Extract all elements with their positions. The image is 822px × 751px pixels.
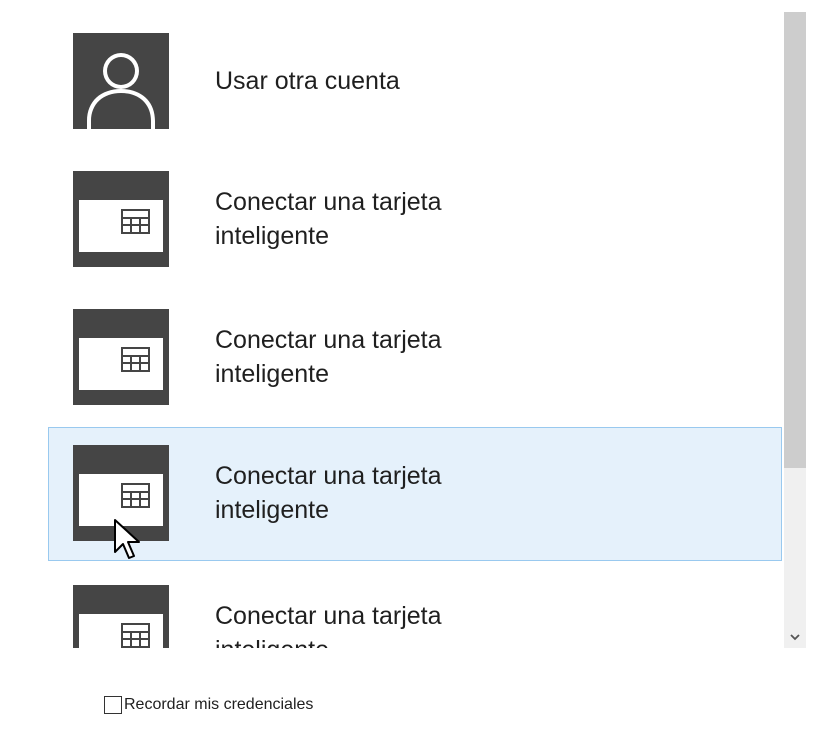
list-item-smart-card[interactable]: Conectar una tarjeta inteligente bbox=[48, 152, 782, 286]
list-item-label: Conectar una tarjeta inteligente bbox=[215, 462, 442, 524]
scrollbar-thumb[interactable] bbox=[784, 12, 806, 468]
vertical-scrollbar[interactable] bbox=[784, 12, 806, 648]
list-item-smart-card-selected[interactable]: Conectar una tarjeta inteligente bbox=[48, 427, 782, 561]
smart-card-icon bbox=[79, 474, 163, 526]
list-item-label: Usar otra cuenta bbox=[215, 67, 400, 95]
remember-checkbox[interactable] bbox=[104, 696, 122, 714]
smart-card-tile bbox=[73, 171, 169, 267]
list-item-smart-card[interactable]: Conectar una tarjeta inteligente bbox=[48, 290, 782, 424]
user-silhouette-icon bbox=[87, 53, 155, 129]
list-item-other-account[interactable]: Usar otra cuenta bbox=[48, 14, 782, 148]
user-tile bbox=[73, 33, 169, 129]
list-item-label: Conectar una tarjeta inteligente bbox=[215, 602, 442, 648]
smart-card-icon bbox=[79, 614, 163, 648]
smart-card-icon bbox=[79, 200, 163, 252]
smart-card-tile bbox=[73, 309, 169, 405]
list-item-smart-card[interactable]: Conectar una tarjeta inteligente bbox=[48, 566, 782, 648]
smart-card-tile bbox=[73, 445, 169, 541]
smart-card-icon bbox=[79, 338, 163, 390]
list-item-label: Conectar una tarjeta inteligente bbox=[215, 326, 442, 388]
scroll-down-button[interactable] bbox=[784, 626, 806, 648]
list-item-label: Conectar una tarjeta inteligente bbox=[215, 188, 442, 250]
account-list: Usar otra cuenta Conectar una tarjeta in… bbox=[0, 12, 822, 648]
smart-card-tile bbox=[73, 585, 169, 648]
remember-label: Recordar mis credenciales bbox=[124, 696, 314, 713]
chevron-down-icon bbox=[790, 634, 800, 641]
